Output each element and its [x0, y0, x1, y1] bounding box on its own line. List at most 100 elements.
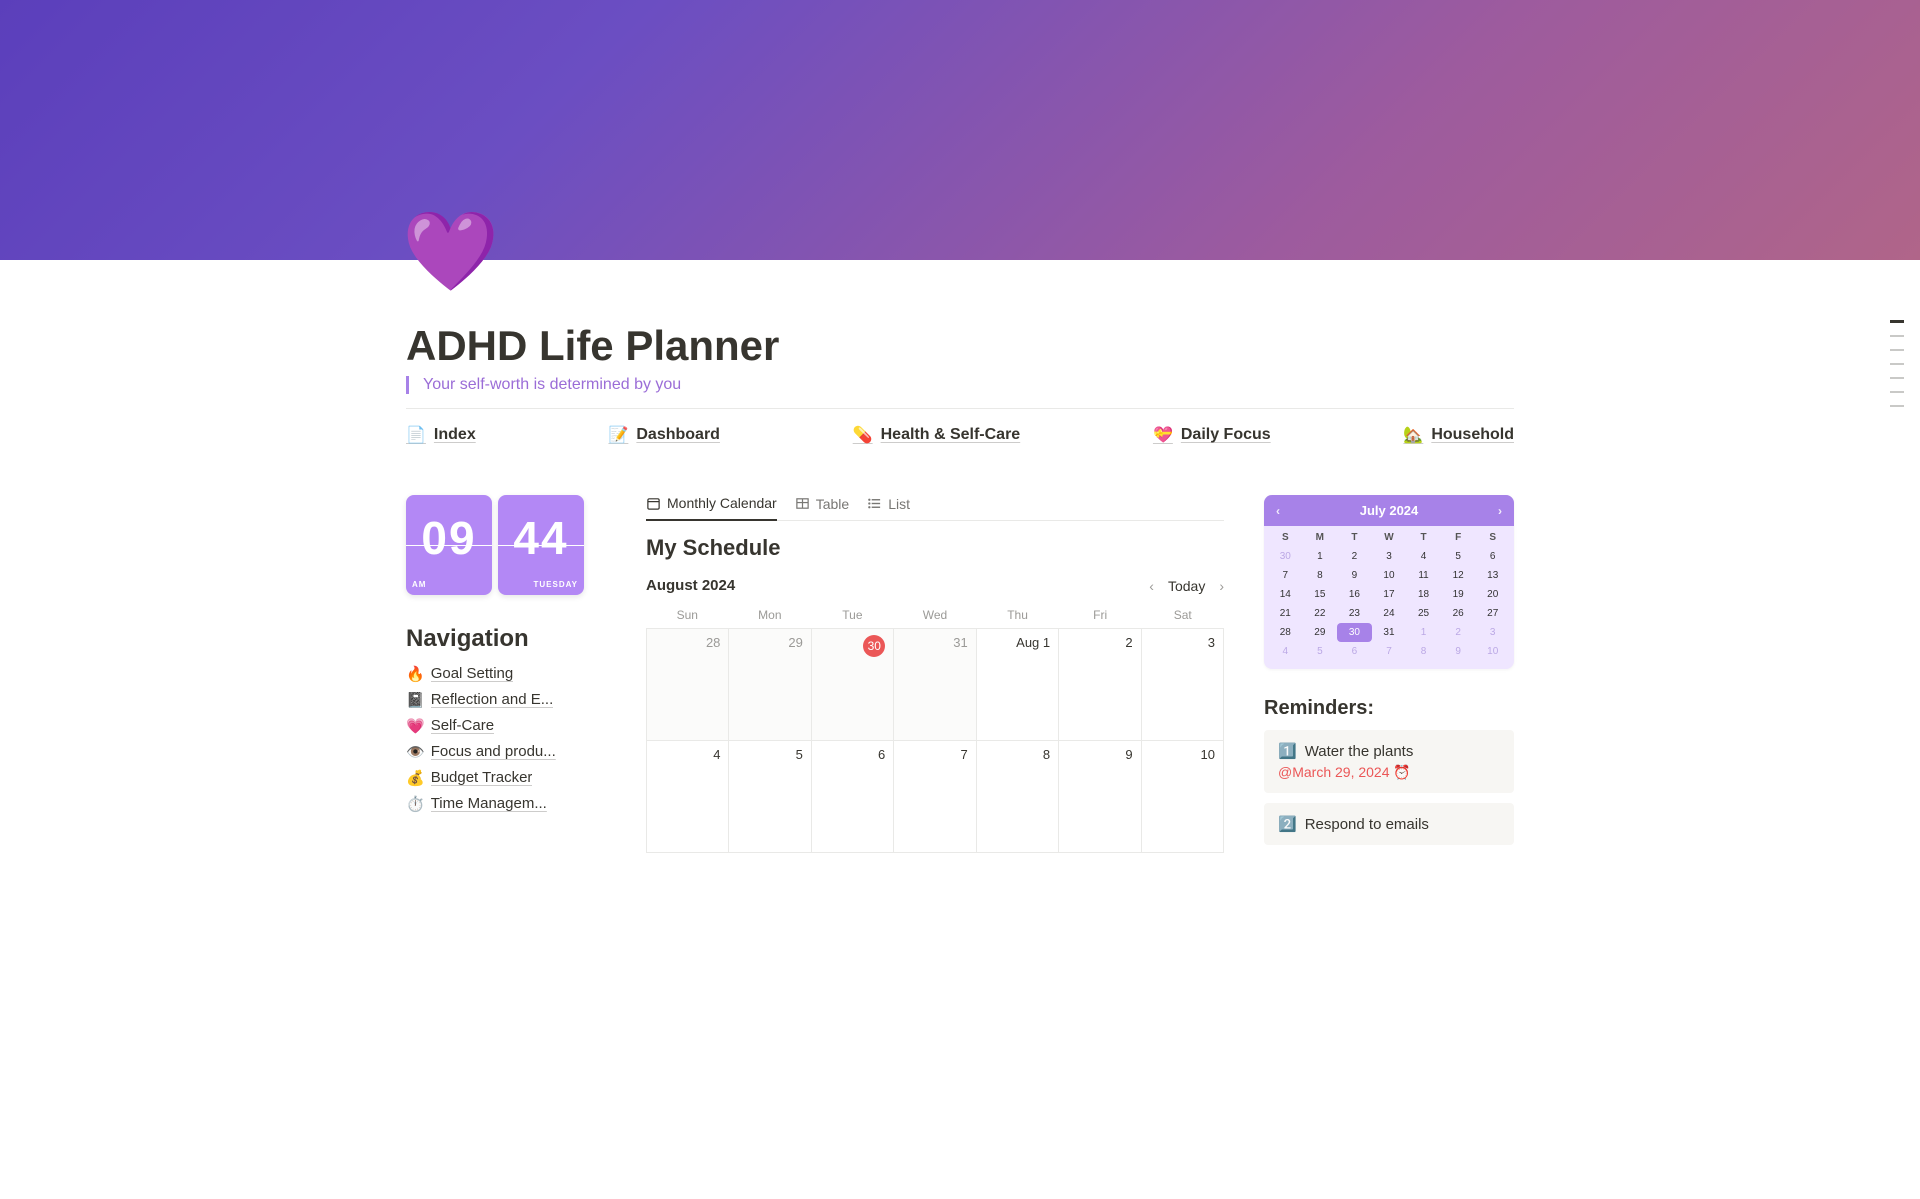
reminder-text: Respond to emails: [1305, 816, 1429, 833]
nav-item-icon: 🔥: [406, 665, 425, 683]
reminder-date: @March 29, 2024 ⏰: [1278, 764, 1500, 781]
outline-indicator[interactable]: [1890, 320, 1904, 407]
mini-day[interactable]: 17: [1372, 585, 1407, 604]
mini-day[interactable]: 28: [1268, 623, 1303, 642]
mini-day[interactable]: 2: [1337, 547, 1372, 566]
tab-table[interactable]: Table: [795, 495, 849, 520]
topnav-health[interactable]: 💊Health & Self-Care: [853, 425, 1021, 445]
mini-day[interactable]: 6: [1337, 642, 1372, 661]
dow-tue: Tue: [811, 608, 894, 622]
mini-day[interactable]: 11: [1406, 566, 1441, 585]
nav-item-goal-setting[interactable]: 🔥Goal Setting: [406, 661, 606, 687]
nav-item-budget[interactable]: 💰Budget Tracker: [406, 765, 606, 791]
mini-day[interactable]: 30: [1268, 547, 1303, 566]
topnav-icon: 💝: [1153, 425, 1173, 445]
mini-day[interactable]: 19: [1441, 585, 1476, 604]
mini-day[interactable]: 12: [1441, 566, 1476, 585]
nav-item-icon: 💗: [406, 717, 425, 735]
cal-cell[interactable]: 6: [812, 741, 894, 853]
cal-cell[interactable]: 3: [1142, 629, 1224, 741]
mini-day[interactable]: 5: [1303, 642, 1338, 661]
prev-month-button[interactable]: ‹: [1149, 578, 1154, 594]
cal-cell[interactable]: 8: [977, 741, 1059, 853]
mini-day[interactable]: 10: [1475, 642, 1510, 661]
mini-day[interactable]: 13: [1475, 566, 1510, 585]
quote-block[interactable]: Your self-worth is determined by you: [406, 376, 1514, 394]
topnav-label: Health & Self-Care: [881, 426, 1021, 444]
tab-label: Monthly Calendar: [667, 495, 777, 511]
table-icon: [795, 496, 810, 511]
page-title[interactable]: ADHD Life Planner: [406, 260, 1514, 370]
topnav-dashboard[interactable]: 📝Dashboard: [608, 425, 720, 445]
next-month-button[interactable]: ›: [1219, 578, 1224, 594]
today-button[interactable]: Today: [1168, 578, 1205, 594]
mini-day[interactable]: 5: [1441, 547, 1476, 566]
cal-cell[interactable]: 10: [1142, 741, 1224, 853]
mini-day[interactable]: 24: [1372, 604, 1407, 623]
cal-cell[interactable]: Aug 1: [977, 629, 1059, 741]
topnav-label: Daily Focus: [1181, 426, 1271, 444]
topnav-label: Household: [1431, 426, 1514, 444]
nav-item-focus[interactable]: 👁️Focus and produ...: [406, 739, 606, 765]
mini-day[interactable]: 1: [1303, 547, 1338, 566]
topnav-label: Index: [434, 426, 476, 444]
cal-cell[interactable]: 5: [729, 741, 811, 853]
mini-day[interactable]: 3: [1475, 623, 1510, 642]
cal-cell[interactable]: 30: [812, 629, 894, 741]
mini-day[interactable]: 9: [1441, 642, 1476, 661]
nav-item-icon: 👁️: [406, 743, 425, 761]
mini-day[interactable]: 18: [1406, 585, 1441, 604]
mini-day[interactable]: 16: [1337, 585, 1372, 604]
dow-mon: Mon: [729, 608, 812, 622]
topnav-household[interactable]: 🏡Household: [1403, 425, 1514, 445]
mini-day[interactable]: 29: [1303, 623, 1338, 642]
topnav-dailyfocus[interactable]: 💝 Daily Focus: [1153, 425, 1271, 445]
mini-day[interactable]: 10: [1372, 566, 1407, 585]
mini-day[interactable]: 2: [1441, 623, 1476, 642]
mini-day[interactable]: 4: [1268, 642, 1303, 661]
mini-day[interactable]: 31: [1372, 623, 1407, 642]
reminder-item[interactable]: 2️⃣ Respond to emails: [1264, 803, 1514, 845]
mini-prev-button[interactable]: ‹: [1276, 504, 1280, 518]
mini-day[interactable]: 23: [1337, 604, 1372, 623]
mini-day[interactable]: 1: [1406, 623, 1441, 642]
schedule-title[interactable]: My Schedule: [646, 535, 1224, 561]
nav-item-selfcare[interactable]: 💗Self-Care: [406, 713, 606, 739]
cal-cell[interactable]: 2: [1059, 629, 1141, 741]
cal-cell[interactable]: 31: [894, 629, 976, 741]
nav-item-reflection[interactable]: 📓Reflection and E...: [406, 687, 606, 713]
mini-day[interactable]: 6: [1475, 547, 1510, 566]
mini-day[interactable]: 27: [1475, 604, 1510, 623]
mini-next-button[interactable]: ›: [1498, 504, 1502, 518]
reminder-item[interactable]: 1️⃣ Water the plants @March 29, 2024 ⏰: [1264, 730, 1514, 793]
cal-cell[interactable]: 7: [894, 741, 976, 853]
topnav-index[interactable]: 📄Index: [406, 425, 476, 445]
cal-cell[interactable]: 9: [1059, 741, 1141, 853]
mini-calendar: ‹ July 2024 › S M T W T F S 301234567891…: [1264, 495, 1514, 669]
tab-monthly-calendar[interactable]: Monthly Calendar: [646, 495, 777, 521]
mini-day[interactable]: 20: [1475, 585, 1510, 604]
cal-cell[interactable]: 28: [647, 629, 729, 741]
navigation-heading: Navigation: [406, 625, 606, 653]
nav-item-time[interactable]: ⏱️Time Managem...: [406, 791, 606, 817]
mini-day[interactable]: 7: [1268, 566, 1303, 585]
navigation-list: 🔥Goal Setting 📓Reflection and E... 💗Self…: [406, 661, 606, 817]
mini-day[interactable]: 14: [1268, 585, 1303, 604]
page-emoji-icon[interactable]: 💜: [402, 212, 499, 290]
mini-day[interactable]: 26: [1441, 604, 1476, 623]
mini-day[interactable]: 21: [1268, 604, 1303, 623]
mini-day[interactable]: 22: [1303, 604, 1338, 623]
tab-list[interactable]: List: [867, 495, 910, 520]
mini-day[interactable]: 4: [1406, 547, 1441, 566]
cal-cell[interactable]: 4: [647, 741, 729, 853]
mini-day[interactable]: 7: [1372, 642, 1407, 661]
mini-day[interactable]: 30: [1337, 623, 1372, 642]
mini-day[interactable]: 15: [1303, 585, 1338, 604]
mini-day[interactable]: 9: [1337, 566, 1372, 585]
cal-cell[interactable]: 29: [729, 629, 811, 741]
mini-day[interactable]: 25: [1406, 604, 1441, 623]
mini-day[interactable]: 8: [1303, 566, 1338, 585]
mini-day[interactable]: 8: [1406, 642, 1441, 661]
mini-day[interactable]: 3: [1372, 547, 1407, 566]
dow-sat: Sat: [1141, 608, 1224, 622]
